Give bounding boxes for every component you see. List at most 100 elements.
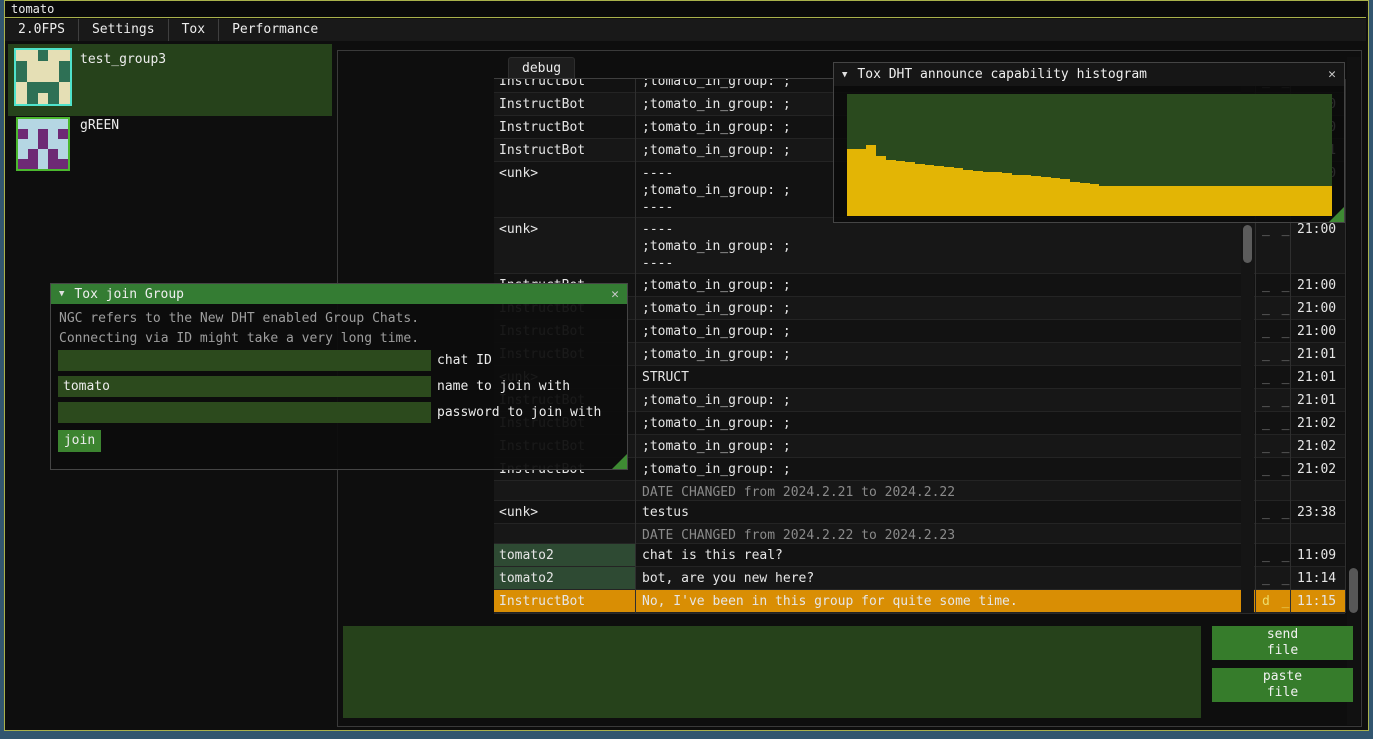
window-title-bar[interactable]: tomato xyxy=(5,1,1366,18)
histogram-bar xyxy=(866,145,876,216)
group-avatar xyxy=(16,117,70,171)
message-row: tomato2bot, are you new here?_ _11:14 xyxy=(494,567,1345,590)
window-title: tomato xyxy=(11,2,54,16)
close-icon[interactable]: ✕ xyxy=(611,287,619,302)
join-field-chat-id[interactable] xyxy=(58,350,431,371)
histogram-bar xyxy=(1099,186,1109,217)
menu-item-tox[interactable]: Tox xyxy=(169,19,218,41)
histogram-bar xyxy=(1255,186,1265,217)
histogram-bar xyxy=(1245,186,1255,217)
histogram-bar xyxy=(1225,186,1235,217)
message-time: 11:15 xyxy=(1291,590,1345,610)
join-field-password-to-join-with[interactable] xyxy=(58,402,431,423)
histogram-bar xyxy=(1051,178,1061,216)
sender-name: <unk> xyxy=(494,162,635,217)
histogram-bar xyxy=(1158,186,1168,217)
outer-scrollbar-handle[interactable] xyxy=(1349,568,1358,613)
message-text: ;tomato_in_group: ; xyxy=(636,274,1248,294)
message-flags: _ _ xyxy=(1256,544,1290,564)
dht-histogram-titlebar[interactable]: ▼ Tox DHT announce capability histogram … xyxy=(834,63,1344,86)
message-flags: _ _ xyxy=(1256,320,1290,340)
collapse-arrow-icon[interactable]: ▼ xyxy=(59,289,64,299)
group-name: gREEN xyxy=(80,118,119,133)
menu-bar: 2.0FPSSettingsToxPerformance xyxy=(5,19,1366,41)
message-input[interactable] xyxy=(343,626,1201,718)
message-flags: _ _ xyxy=(1256,274,1290,294)
histogram-bar xyxy=(954,168,964,216)
send-file-button[interactable]: send file xyxy=(1212,626,1353,660)
message-time: 21:01 xyxy=(1291,343,1345,363)
message-text: No, I've been in this group for quite so… xyxy=(636,590,1248,610)
histogram-bar xyxy=(1002,173,1012,216)
message-text: ;tomato_in_group: ; xyxy=(636,389,1248,409)
histogram-bar xyxy=(1274,186,1284,217)
histogram-bar xyxy=(1187,186,1197,217)
histogram-bar xyxy=(983,172,993,216)
paste-file-button[interactable]: paste file xyxy=(1212,668,1353,702)
histogram-bar xyxy=(857,149,867,216)
sidebar-group-gREEN[interactable]: gREEN xyxy=(8,116,332,172)
message-time: 21:00 xyxy=(1291,297,1345,317)
message-flags: _ _ xyxy=(1256,501,1290,521)
histogram-bar xyxy=(963,170,973,216)
message-time: 21:00 xyxy=(1291,320,1345,340)
histogram-bar xyxy=(1313,186,1323,217)
histogram-bar xyxy=(993,172,1003,216)
system-text: DATE CHANGED from 2024.2.22 to 2024.2.23 xyxy=(636,524,1248,544)
resize-grip[interactable] xyxy=(1329,207,1344,222)
join-group-titlebar[interactable]: ▼ Tox join Group ✕ xyxy=(51,284,627,304)
inner-scrollbar-handle[interactable] xyxy=(1243,225,1252,263)
histogram-bar xyxy=(1109,186,1119,217)
message-text: STRUCT xyxy=(636,366,1248,386)
message-text: chat is this real? xyxy=(636,544,1248,564)
tab-debug[interactable]: debug xyxy=(508,57,575,80)
dht-histogram-window: ▼ Tox DHT announce capability histogram … xyxy=(833,62,1345,223)
message-flags: d _ xyxy=(1256,590,1290,610)
histogram-bar xyxy=(1022,175,1032,216)
join-help-line-1: NGC refers to the New DHT enabled Group … xyxy=(59,310,419,327)
message-time: 11:14 xyxy=(1291,567,1345,587)
system-text: DATE CHANGED from 2024.2.21 to 2024.2.22 xyxy=(636,481,1248,501)
message-time: 23:38 xyxy=(1291,501,1345,521)
outer-scrollbar-track[interactable] xyxy=(1347,57,1360,725)
menu-item-performance[interactable]: Performance xyxy=(219,19,331,41)
histogram-bar xyxy=(1070,182,1080,216)
histogram-bar xyxy=(1148,186,1158,217)
close-icon[interactable]: ✕ xyxy=(1328,67,1336,82)
join-help-line-2: Connecting via ID might take a very long… xyxy=(59,330,419,347)
join-field-name-to-join-with[interactable] xyxy=(58,376,431,397)
menu-item-2-0fps[interactable]: 2.0FPS xyxy=(5,19,78,41)
histogram-bar xyxy=(1080,183,1090,216)
sender-name: InstructBot xyxy=(494,139,635,161)
resize-grip[interactable] xyxy=(612,454,627,469)
message-flags: _ _ xyxy=(1256,366,1290,386)
system-row: DATE CHANGED from 2024.2.21 to 2024.2.22 xyxy=(494,481,1345,501)
message-time: 21:02 xyxy=(1291,412,1345,432)
histogram-bar xyxy=(1206,186,1216,217)
message-flags: _ _ xyxy=(1256,389,1290,409)
histogram-bar xyxy=(1119,186,1129,217)
histogram-bar xyxy=(1060,179,1070,216)
join-field-label: chat ID xyxy=(437,350,492,371)
histogram-bar xyxy=(973,171,983,216)
group-name: test_group3 xyxy=(80,52,166,67)
message-text: ;tomato_in_group: ; xyxy=(636,343,1248,363)
join-button[interactable]: join xyxy=(58,430,101,452)
column-divider-right xyxy=(1345,79,1346,613)
message-text: ;tomato_in_group: ; xyxy=(636,412,1248,432)
system-row: DATE CHANGED from 2024.2.22 to 2024.2.23 xyxy=(494,524,1345,544)
histogram-bar xyxy=(1031,176,1041,216)
sidebar-group-test_group3[interactable]: test_group3 xyxy=(8,44,332,116)
group-avatar xyxy=(14,48,72,106)
message-row: <unk>---- ;tomato_in_group: ; ----_ _21:… xyxy=(494,218,1345,274)
dht-histogram-plot xyxy=(847,94,1332,216)
histogram-bar xyxy=(944,167,954,216)
sender-name: InstructBot xyxy=(494,590,635,612)
message-flags: _ _ xyxy=(1256,567,1290,587)
histogram-bar xyxy=(925,165,935,216)
menu-item-settings[interactable]: Settings xyxy=(79,19,168,41)
histogram-bar xyxy=(1293,186,1303,217)
sender-name: InstructBot xyxy=(494,93,635,115)
collapse-arrow-icon[interactable]: ▼ xyxy=(842,70,847,80)
histogram-bar xyxy=(847,149,857,216)
